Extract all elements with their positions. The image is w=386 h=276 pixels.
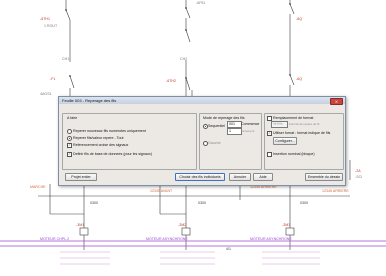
wire-label-3: 0300 [300,201,308,205]
option-all-wires-radio[interactable] [67,136,72,141]
range-group [62,113,197,170]
ref-top-left: -6TH1 [40,17,50,21]
bus-label-right: 12345 ARRIERE [322,189,349,193]
replace-format-field[interactable]: %%% [271,121,288,128]
range-group-heading: A faire [67,116,78,120]
increment-label: Increment [241,128,255,133]
wire-tagging-dialog: Feuille 003 - Reperage des fils X A fair… [58,96,346,186]
pick-wires-button[interactable]: Choisir des fils individuels [175,173,225,181]
define-db-checkbox[interactable]: ✓ [67,152,72,157]
wire-label-1: 0300 [90,201,98,205]
use-format-label: Utiliser fornat : format indique de fils [273,130,331,135]
project-button[interactable]: Projet entier [65,173,97,181]
option-all-wires-label: Reperer fils/valeur repere - Tout [73,135,124,140]
replace-format-label: Remplacement de format [273,115,314,120]
mode-group-heading: Mode de reperage des fils [203,116,245,120]
bus-label-mid: 12345 AVANT [150,189,173,193]
ref-top-left-sub: 1 ROUT [44,24,58,28]
dialog-title: Feuille 003 - Reperage des fils [59,97,345,104]
ref-mid-left: -F1 [50,77,55,81]
use-format-checkbox[interactable]: ✓ [267,131,272,136]
sequential-label: Sequentiel [208,123,225,128]
motor-3-label: MOTEUR ASYNCHRONE [250,237,292,241]
ref-mid-mid: -6TH2 [166,79,176,83]
insert-nominal-checkbox[interactable] [267,152,272,157]
bus-label-left: MARCHE [30,185,46,189]
ref-right: -2A [355,169,361,173]
motor-2-ref: -3M2 [178,223,186,227]
ref-top-right: -6Q [296,17,302,21]
define-db-label: Definir fils de base de donnees (pour le… [73,151,152,156]
bottom-mark: 4/1 [226,247,231,251]
motor-3-ref: -3M3 [282,223,290,227]
motor-1-label: MOTEUR CHPL.2 [40,237,69,241]
gauche-label: Gauche [208,140,221,145]
wire-label-2: 0300 [198,201,206,205]
motor-2-label: MOTEUR ASYNCHRONE [146,237,188,241]
motor-1-ref: -3M1 [76,223,84,227]
cross-ref-checkbox[interactable]: ✓ [67,143,72,148]
close-button[interactable]: X [330,98,343,105]
cancel-button[interactable]: Annuler [229,173,251,181]
help-button[interactable]: Aide [253,173,273,181]
ref-right-sub: -SCI [355,175,362,179]
configure-button[interactable]: Configurer... [273,137,297,145]
option-new-wires-label: Reperer nouveaux fils numerotes uniqueme… [73,128,146,133]
ref-top-mid: -6F51 [196,1,205,5]
start-field[interactable]: 001 [227,121,242,128]
option-new-wires-radio[interactable] [67,129,72,134]
cross-ref-label: Referencement croise des signaux [73,142,129,147]
increment-field[interactable]: 1 [227,128,242,135]
left-marker: 4AGS1 [40,92,52,96]
whole-drawing-button[interactable]: Ensemble du dessin [305,173,343,181]
ref-mid-right: -6Q [296,77,302,81]
cable-label-1: CH1 [62,57,69,61]
start-label: Commence [241,121,260,126]
replace-format-hint: Format de repere de fil [289,121,320,126]
insert-nominal-label: Insertion nominal (bloque) [273,151,315,156]
cable-label-2: CH2 [180,57,187,61]
